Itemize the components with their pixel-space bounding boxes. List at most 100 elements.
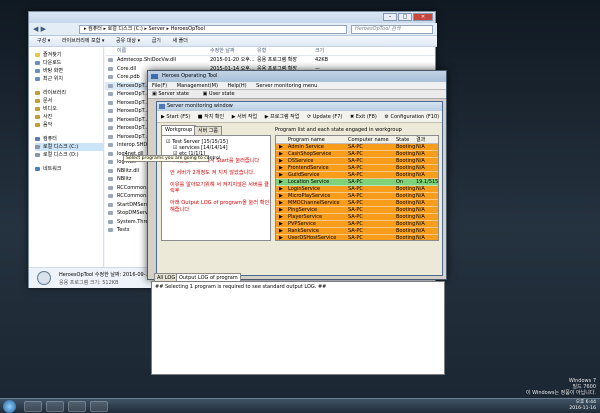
column-state[interactable]: State [396, 136, 409, 144]
column-name[interactable]: 이름 [117, 47, 126, 56]
program-row[interactable]: ▶ LoginService SA-PC Booting N/A [276, 186, 438, 193]
nav-computer[interactable]: 컴퓨터 [35, 135, 103, 143]
program-row[interactable]: ▶ Admin Service SA-PC Booting N/A [276, 144, 438, 151]
address-bar[interactable]: ▸ 컴퓨터 ▸ 로컬 디스크 (C:) ▸ Server ▸ HeroesOpT… [79, 25, 347, 34]
play-arrow-icon: ▶ [279, 158, 283, 164]
nav-recent[interactable]: 최근 위치 [35, 75, 103, 83]
taskbar-tool-icon[interactable] [90, 401, 108, 412]
file-name: HeroesOpT... [117, 125, 149, 131]
column-size[interactable]: 크기 [315, 47, 324, 56]
minimize-button[interactable]: – [383, 13, 397, 21]
start-button-orb[interactable] [3, 400, 16, 413]
configuration-button[interactable]: ⚙ Configuration (F10) [384, 114, 439, 120]
tab-output-log[interactable]: Output LOG of program [176, 273, 241, 281]
play-arrow-icon: ▶ [279, 144, 283, 150]
check-button[interactable]: ■ 작지 확인 [198, 114, 224, 120]
nav-drive-d[interactable]: 로컬 디스크 (D:) [35, 151, 103, 159]
program-row[interactable]: ▶ UserDSHostService SA-PC Booting N/A [276, 235, 438, 241]
taskbar-ie-icon[interactable] [24, 401, 42, 412]
column-result[interactable]: 결과 [416, 136, 425, 144]
update-button[interactable]: ⟳ Update (F7) [307, 114, 342, 120]
file-icon [108, 219, 113, 224]
file-list-header: 이름 수정한 날짜 유형 크기 [105, 47, 435, 56]
server-task-button[interactable]: ▶ 서버 작업 [232, 114, 257, 120]
tab-workgroup[interactable]: Workgroup [161, 125, 197, 135]
column-computer-name[interactable]: Computer name [348, 136, 389, 144]
file-icon [108, 211, 113, 215]
share-button[interactable]: 공유 대상 ▾ [116, 38, 140, 44]
file-icon [108, 134, 113, 139]
nav-music[interactable]: 음악 [35, 121, 103, 129]
taskbar-explorer-icon[interactable] [46, 401, 64, 412]
folder-icon [35, 60, 40, 65]
user-state-button[interactable]: ▣ User state [203, 91, 241, 97]
nav-favorites[interactable]: 즐겨찾기 [35, 51, 103, 59]
program-row[interactable]: ▶ PingService SA-PC Booting N/A [276, 207, 438, 214]
nav-downloads[interactable]: 다운로드 [35, 59, 103, 67]
program-result: N/A [416, 221, 425, 227]
menu-file[interactable]: File(F) [152, 83, 167, 89]
nav-libraries[interactable]: 라이브러리 [35, 89, 103, 97]
burn-button[interactable]: 굽기 [152, 38, 161, 44]
include-library-button[interactable]: 라이브러리에 포함 ▾ [62, 38, 105, 44]
menu-management[interactable]: Management(M) [177, 83, 218, 89]
organize-button[interactable]: 구성 ▾ [37, 38, 50, 44]
file-icon [108, 117, 113, 122]
program-task-button[interactable]: ▶ 프로그램 작업 [265, 114, 300, 120]
explorer-address-area: ◀ ▶ ▸ 컴퓨터 ▸ 로컬 디스크 (C:) ▸ Server ▸ Heroe… [29, 23, 437, 36]
back-forward-icon[interactable]: ◀ ▶ [33, 25, 46, 34]
file-name: NBlitz.dll [117, 167, 140, 174]
tab-all-log[interactable]: All LOG [154, 273, 179, 281]
exit-button[interactable]: ✖ Exit (F8) [350, 114, 377, 120]
menu-help[interactable]: Help(H) [228, 83, 247, 89]
close-button[interactable]: ✕ [413, 13, 433, 21]
details-line-1: HeroesOpTool 수정한 날짜: 2016-09-... [59, 272, 151, 278]
explorer-titlebar[interactable]: – □ ✕ [29, 12, 435, 23]
column-date[interactable]: 수정한 날짜 [210, 47, 235, 56]
menu-server-monitoring[interactable]: Server monitoring menu [256, 83, 317, 89]
play-arrow-icon: ▶ [279, 221, 283, 227]
nav-drive-c[interactable]: 로컬 디스크 (C:) [35, 143, 103, 151]
program-row[interactable]: ▶ RankService SA-PC Booting N/A [276, 228, 438, 235]
monitor-title: Server monitoring window [167, 103, 233, 109]
server-monitoring-window[interactable]: Server monitoring window ▶ Start (F5) ■ … [156, 101, 443, 276]
column-program-name[interactable]: Program name [288, 136, 325, 144]
file-row[interactable]: Admtecop.ShiDocVw.dll 2015-01-20 오후... 응용 … [105, 56, 435, 65]
play-arrow-icon: ▶ [279, 235, 283, 241]
program-state: Booting [396, 200, 416, 206]
computer-name: SA-PC [348, 179, 363, 185]
server-state-button[interactable]: ▣ Server state [152, 91, 195, 97]
nav-network[interactable]: 네트워크 [35, 165, 103, 173]
drive-icon [35, 144, 40, 149]
program-row[interactable]: ▶ PlayerService SA-PC Booting N/A [276, 214, 438, 221]
program-grid[interactable]: Program name Computer name State 결과 ▶ Adm… [275, 135, 439, 241]
maximize-button[interactable]: □ [398, 13, 412, 21]
program-result: N/A [416, 200, 425, 206]
file-icon [108, 151, 113, 156]
new-folder-button[interactable]: 새 폴더 [172, 38, 187, 44]
program-row[interactable]: ▶ DSService SA-PC Booting N/A [276, 158, 438, 165]
program-row[interactable]: ▶ PVPService SA-PC Booting N/A [276, 221, 438, 228]
nav-documents[interactable]: 문서 [35, 97, 103, 105]
tab-server-group[interactable]: 서버 그룹 [194, 126, 222, 135]
program-row[interactable]: ▶ MicroPlayService SA-PC Booting N/A [276, 193, 438, 200]
app-titlebar[interactable]: Heroes Operating Tool [148, 71, 446, 82]
library-icon [35, 90, 40, 95]
program-row[interactable]: ▶ FrontendService SA-PC Booting N/A [276, 165, 438, 172]
system-tray-clock[interactable]: 오후 6:44 2016-11-16 [569, 400, 596, 412]
nav-videos[interactable]: 비디오 [35, 105, 103, 113]
program-grid-header: Program name Computer name State 결과 [276, 136, 438, 144]
file-icon [108, 75, 113, 79]
program-row[interactable]: ▶ Location Service SA-PC On 19.1/515.9M [276, 179, 438, 186]
program-row[interactable]: ▶ MMOChannelService SA-PC Booting N/A [276, 200, 438, 207]
column-type[interactable]: 유형 [257, 47, 266, 56]
start-button[interactable]: ▶ Start (F5) [161, 114, 190, 120]
program-row[interactable]: ▶ CashShopService SA-PC Booting N/A [276, 151, 438, 158]
nav-desktop[interactable]: 바탕 화면 [35, 67, 103, 75]
search-input[interactable]: HeroesOpTool 검색 [351, 25, 433, 34]
program-row[interactable]: ▶ GuildService SA-PC Booting N/A [276, 172, 438, 179]
program-name: PVPService [288, 221, 316, 227]
monitor-titlebar[interactable]: Server monitoring window [157, 102, 442, 111]
taskbar-app-icon[interactable] [68, 401, 86, 412]
nav-pictures[interactable]: 사진 [35, 113, 103, 121]
